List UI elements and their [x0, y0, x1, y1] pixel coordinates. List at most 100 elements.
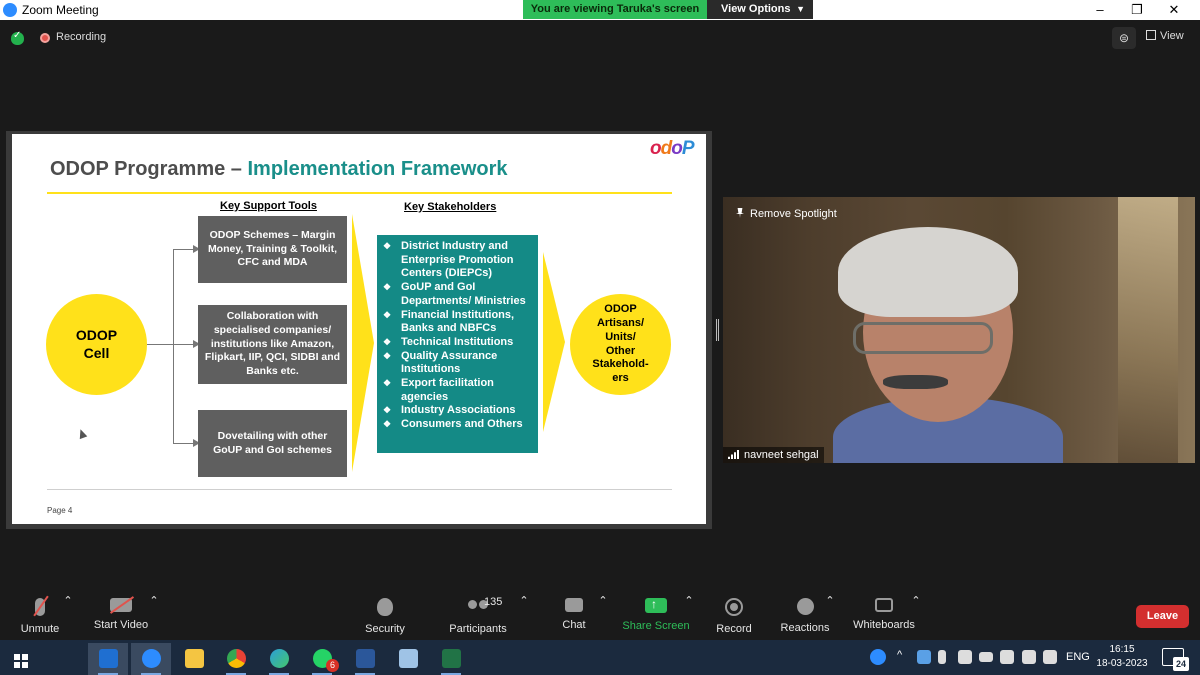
whiteboards-options-caret[interactable]: ⌃: [911, 594, 921, 607]
recording-icon: [40, 33, 50, 43]
network-icon[interactable]: [1000, 650, 1014, 664]
whiteboard-icon: [875, 598, 893, 612]
chrome-icon: [227, 649, 246, 668]
support-tool-box: ODOP Schemes – Margin Money, Training & …: [198, 216, 347, 283]
mouse-cursor-icon: [76, 427, 88, 440]
support-tools-header: Key Support Tools: [220, 200, 317, 212]
reactions-options-caret[interactable]: ⌃: [825, 594, 835, 607]
windows-taskbar: 6: [0, 640, 1200, 675]
stakeholder-item: Consumers and Others: [383, 418, 532, 432]
taskbar-clock[interactable]: 16:15 18-03-2023: [1096, 643, 1148, 671]
onedrive-cloud-icon[interactable]: [917, 650, 931, 664]
participants-label: Participants: [449, 623, 507, 635]
stakeholders-header: Key Stakeholders: [404, 201, 497, 213]
unmute-label: Unmute: [20, 623, 60, 635]
microphone-tray-icon[interactable]: [938, 650, 946, 664]
excel-icon: [442, 649, 461, 668]
stakeholder-item: Financial Institutions, Banks and NBFCs: [383, 309, 532, 336]
clock-time: 16:15: [1109, 644, 1135, 655]
taskbar-zoom[interactable]: [131, 643, 171, 675]
reactions-label: Reactions: [780, 622, 830, 634]
page-number: Page 4: [47, 506, 73, 515]
wifi-icon[interactable]: [1022, 650, 1036, 664]
taskbar-whatsapp[interactable]: 6: [302, 643, 342, 675]
zoom-icon: [142, 649, 161, 668]
security-label: Security: [365, 623, 405, 635]
record-button[interactable]: Record: [696, 594, 772, 635]
viewing-message: You are viewing Taruka's screen: [523, 0, 707, 19]
taskbar-notepad[interactable]: [388, 643, 428, 675]
view-button[interactable]: View: [1146, 30, 1184, 42]
stakeholder-item: District Industry and Enterprise Promoti…: [383, 240, 532, 281]
whatsapp-unread-badge: 6: [326, 659, 339, 672]
connector-line: [147, 344, 173, 345]
clock-date: 18-03-2023: [1096, 658, 1148, 669]
record-icon: [725, 598, 743, 616]
battery-icon[interactable]: [979, 652, 993, 662]
participant-video[interactable]: [723, 197, 1195, 463]
help-question-icon[interactable]: [870, 649, 886, 665]
close-button[interactable]: ✕: [1156, 0, 1192, 20]
start-video-label: Start Video: [93, 619, 149, 631]
taskbar-word[interactable]: [345, 643, 385, 675]
start-video-button[interactable]: Start Video: [83, 594, 159, 631]
minimize-button[interactable]: –: [1082, 0, 1118, 20]
taskbar-excel[interactable]: [431, 643, 471, 675]
edge-icon: [270, 649, 289, 668]
muted-mic-icon: [35, 598, 45, 616]
remove-spotlight-label: Remove Spotlight: [750, 208, 837, 220]
taskbar-outlook[interactable]: [88, 643, 128, 675]
share-screen-label: Share Screen: [622, 620, 690, 632]
stakeholder-item: Technical Institutions: [383, 336, 532, 350]
split-view-drag-handle[interactable]: [716, 319, 719, 341]
security-button[interactable]: Security: [347, 594, 423, 635]
restore-button[interactable]: ❐: [1119, 0, 1155, 20]
participant-name-tag: navneet sehgal: [723, 447, 824, 463]
odop-logo: odoP: [650, 138, 694, 159]
camera-tray-icon[interactable]: [958, 650, 972, 664]
stakeholders-box: District Industry and Enterprise Promoti…: [377, 235, 538, 453]
pin-icon: [736, 208, 744, 218]
zoom-meeting-window: Zoom Meeting You are viewing Taruka's sc…: [0, 0, 1200, 675]
participant-name: navneet sehgal: [744, 449, 819, 461]
stakeholder-item: Quality Assurance Institutions: [383, 350, 532, 377]
share-options-caret[interactable]: ⌃: [684, 594, 694, 607]
participants-options-caret[interactable]: ⌃: [519, 594, 529, 607]
record-label: Record: [716, 623, 752, 635]
search-button[interactable]: [42, 643, 109, 675]
video-options-caret[interactable]: ⌃: [149, 594, 159, 607]
recording-label: Recording: [56, 31, 107, 43]
immersive-view-icon[interactable]: ⊜: [1112, 27, 1136, 49]
zoom-app-icon: [3, 3, 17, 17]
folder-icon: [185, 649, 204, 668]
view-options-label: View Options: [721, 3, 791, 15]
yellow-chevron-arrow: [352, 214, 374, 472]
audio-options-caret[interactable]: ⌃: [63, 594, 73, 607]
window-title: Zoom Meeting: [22, 3, 99, 17]
whiteboards-label: Whiteboards: [853, 619, 915, 631]
odop-cell-circle: ODOP Cell: [46, 294, 147, 395]
taskbar-file-explorer[interactable]: [174, 643, 214, 675]
encryption-shield-icon[interactable]: [11, 30, 24, 45]
share-screen-button[interactable]: Share Screen: [618, 594, 694, 632]
start-button[interactable]: [0, 643, 40, 675]
artisans-label: ODOP Artisans/ Units/ Other Stakehold-er…: [592, 303, 649, 384]
connection-signal-icon: [728, 450, 740, 459]
chat-options-caret[interactable]: ⌃: [598, 594, 608, 607]
participants-button[interactable]: 135 Participants: [440, 594, 516, 635]
remove-spotlight-button[interactable]: Remove Spotlight: [736, 208, 837, 220]
taskbar-chrome[interactable]: [216, 643, 256, 675]
language-indicator[interactable]: ENG: [1066, 651, 1090, 663]
notifications-button[interactable]: 24: [1162, 648, 1189, 671]
stakeholder-item: Export facilitation agencies: [383, 377, 532, 404]
view-options-button[interactable]: View Options ▼: [707, 0, 813, 19]
viewing-banner: You are viewing Taruka's screen View Opt…: [523, 0, 813, 19]
notepad-icon: [399, 649, 418, 668]
leave-button[interactable]: Leave: [1136, 605, 1189, 628]
taskbar-edge[interactable]: [259, 643, 299, 675]
volume-icon[interactable]: [1043, 650, 1057, 664]
show-hidden-icons-button[interactable]: ^: [897, 649, 902, 661]
odop-artisans-circle: ODOP Artisans/ Units/ Other Stakehold-er…: [570, 294, 671, 395]
connector-line: [173, 443, 195, 444]
support-tool-box: Collaboration with specialised companies…: [198, 305, 347, 384]
